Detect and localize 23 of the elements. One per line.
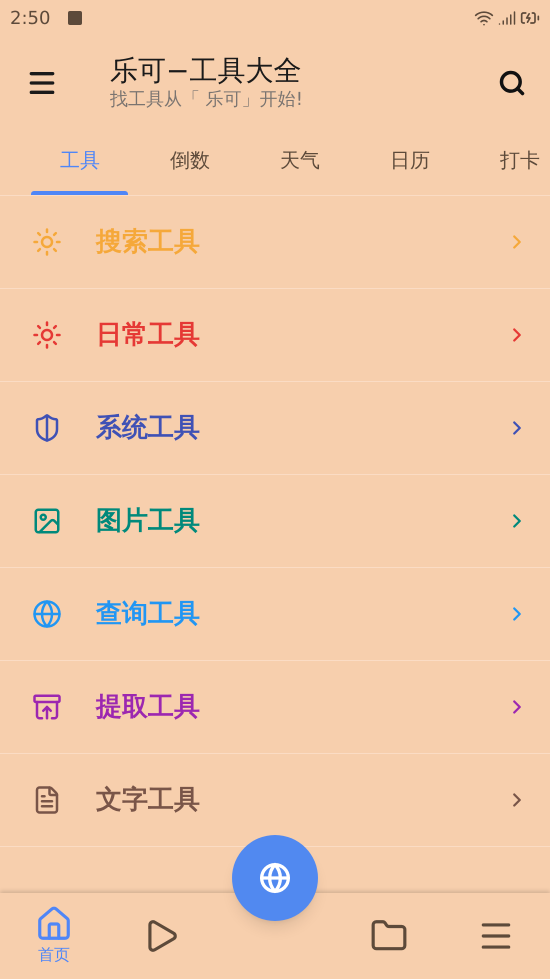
tab[interactable]: 天气 [245, 130, 355, 195]
app-subtitle: 找工具从「 乐可」开始! [110, 88, 303, 112]
search-icon [498, 69, 526, 97]
category-label: 文字工具 [96, 784, 200, 816]
category-label: 查询工具 [96, 598, 200, 630]
signal-icon [498, 9, 516, 27]
tool-category-row[interactable]: 系统工具 [0, 382, 550, 475]
category-label: 提取工具 [96, 690, 200, 724]
status-time: 2:50 [10, 6, 50, 30]
tab[interactable]: 倒数 [135, 130, 245, 195]
category-label: 搜索工具 [96, 226, 200, 258]
tool-category-row[interactable]: 提取工具 [0, 661, 550, 754]
tab[interactable]: 工具 [25, 130, 135, 195]
tab[interactable]: 打卡 [465, 130, 550, 195]
category-label: 图片工具 [96, 504, 200, 538]
nav-tab[interactable]: 首页 [0, 893, 108, 979]
globe-icon [259, 862, 291, 894]
app-title: 乐可−工具大全 [110, 54, 302, 88]
category-label: 系统工具 [96, 412, 200, 444]
tool-category-row[interactable]: 日常工具 [0, 289, 550, 382]
tab[interactable]: 日历 [355, 130, 465, 195]
tool-category-row[interactable]: 图片工具 [0, 475, 550, 568]
category-label: 日常工具 [96, 318, 200, 352]
